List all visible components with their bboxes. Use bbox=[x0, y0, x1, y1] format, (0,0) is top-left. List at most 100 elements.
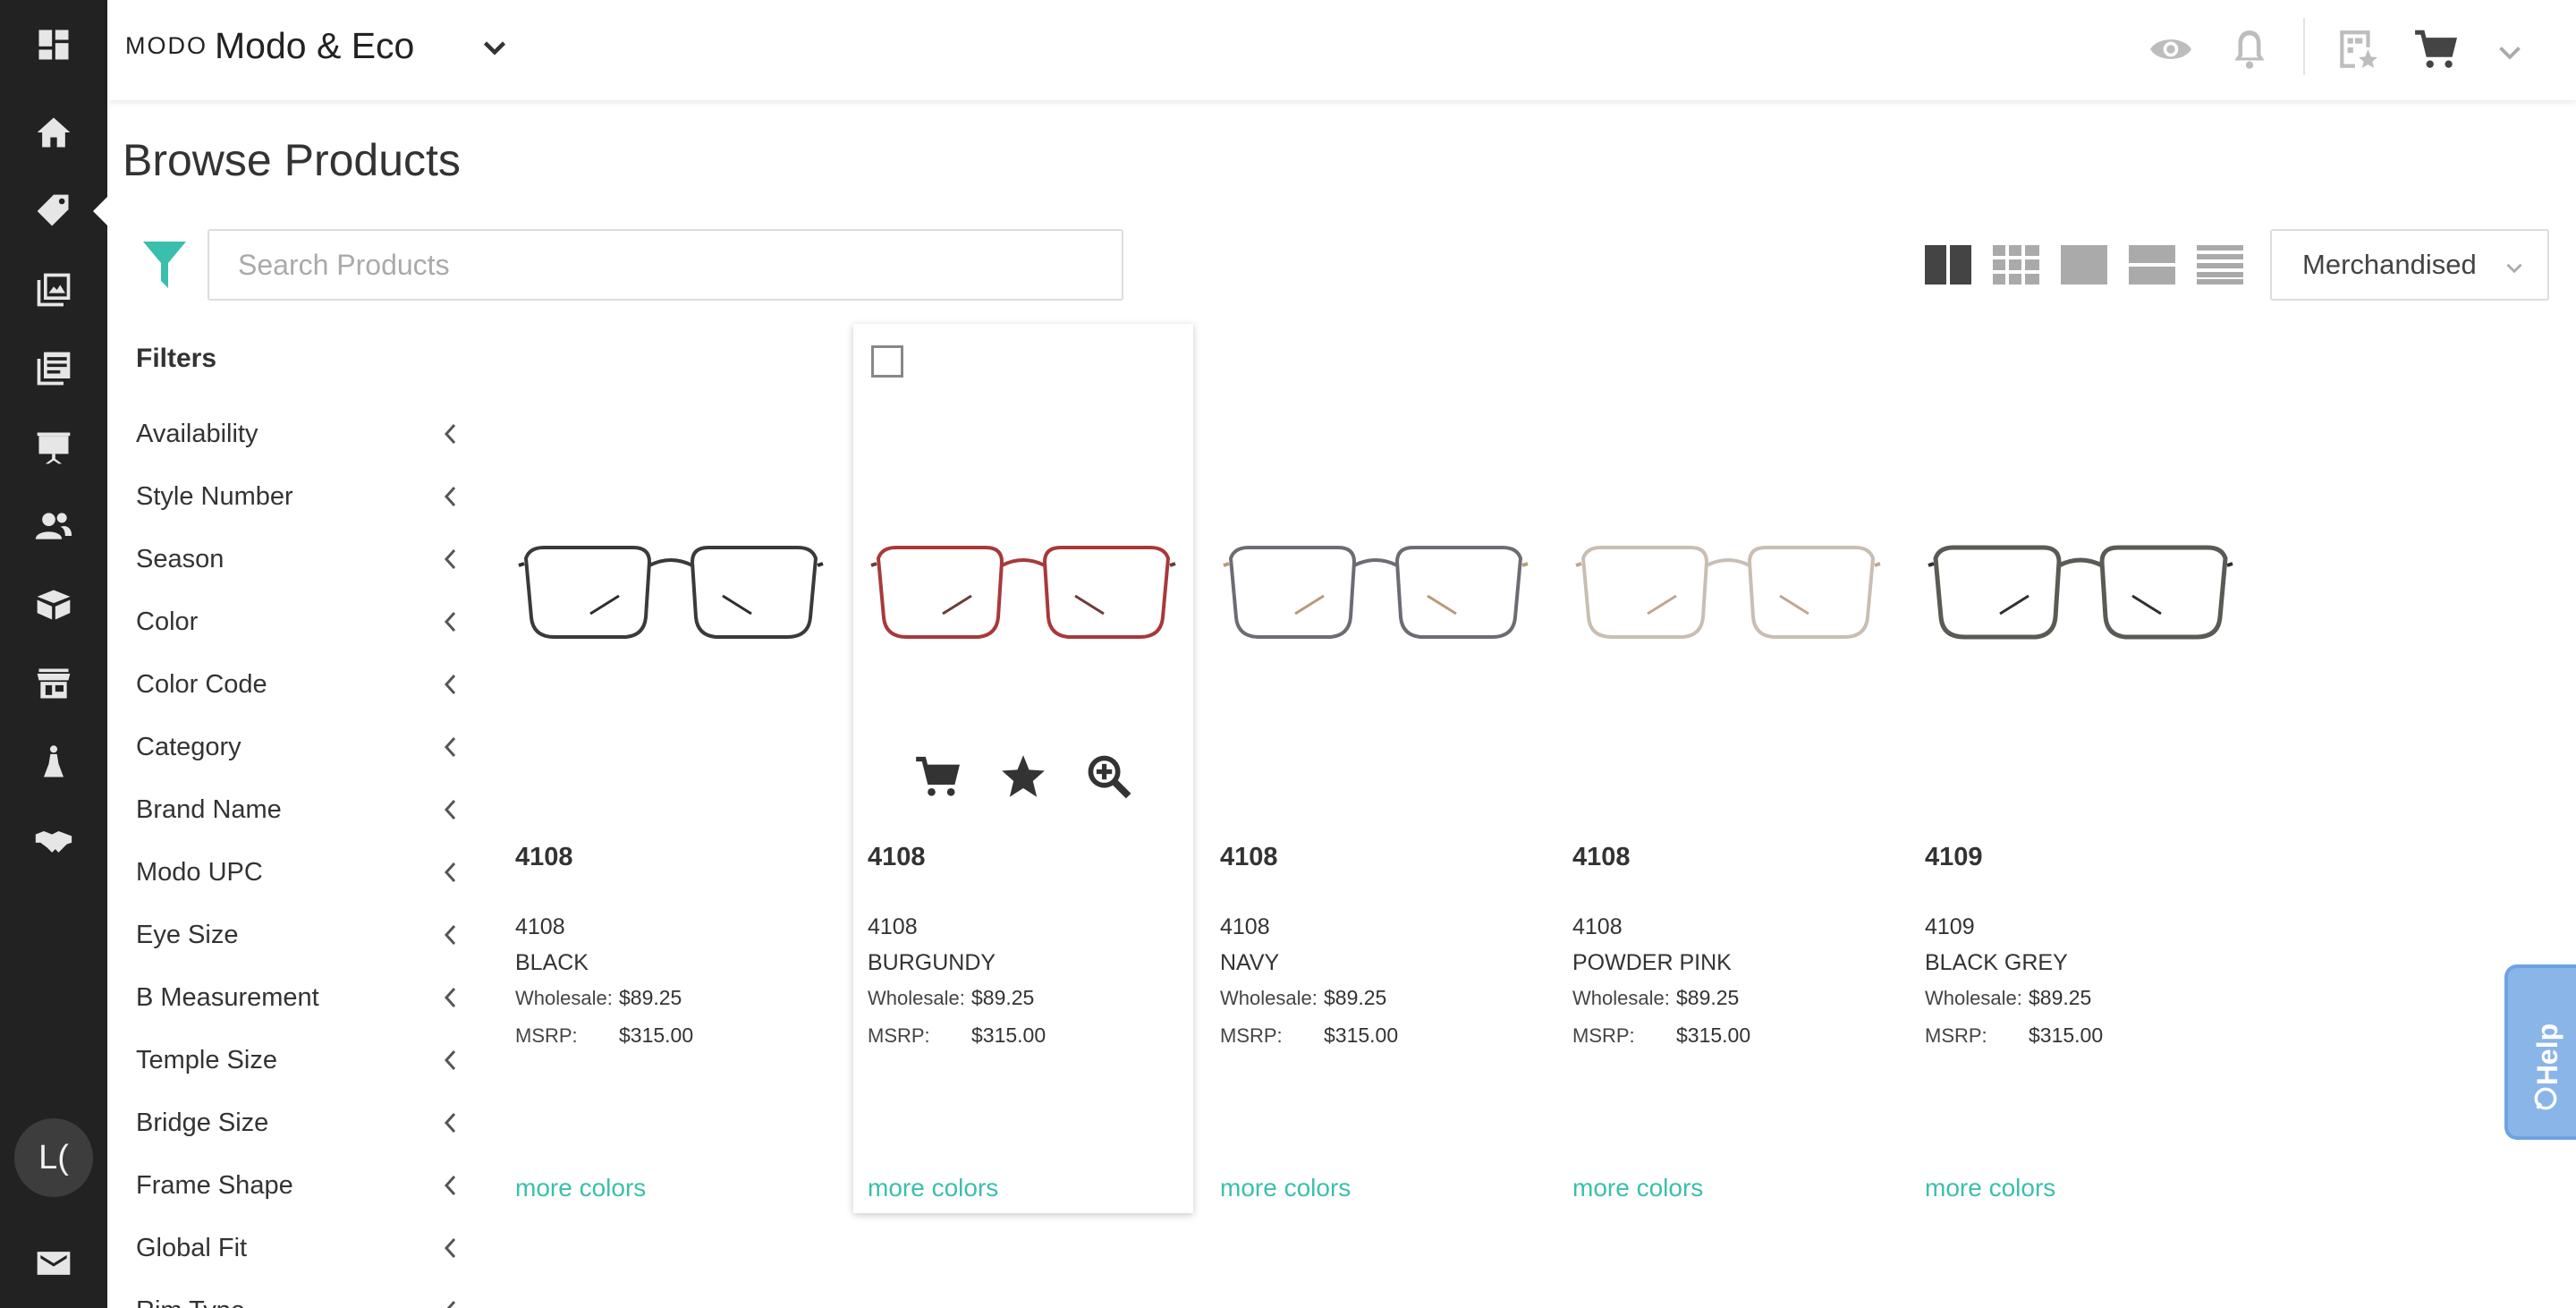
filter-item[interactable]: Global Fit bbox=[136, 1217, 462, 1279]
filter-item[interactable]: Modo UPC bbox=[136, 841, 462, 904]
msrp-value: $315.00 bbox=[1324, 1023, 1399, 1047]
bell-icon bbox=[2234, 30, 2265, 69]
filter-item[interactable]: Category bbox=[136, 716, 462, 778]
msrp-label: MSRP: bbox=[1220, 1024, 1283, 1047]
product-image[interactable] bbox=[1911, 503, 2250, 691]
filter-item[interactable]: Color bbox=[136, 590, 462, 653]
product-card[interactable]: 4108 4108 NAVY Wholesale: $89.25 MSRP: $31… bbox=[1206, 324, 1546, 1213]
presentation-icon bbox=[37, 432, 71, 464]
handshake-icon bbox=[35, 831, 72, 853]
large-view-icon bbox=[2061, 245, 2107, 285]
product-image[interactable] bbox=[1206, 503, 1546, 691]
msrp-price: MSRP: $315.00 bbox=[1572, 1023, 1750, 1048]
page-title: Browse Products bbox=[123, 135, 461, 185]
sidebar-item-orders[interactable] bbox=[0, 565, 107, 644]
product-title[interactable]: 4108 bbox=[868, 843, 926, 872]
filter-item[interactable]: Rim Type bbox=[136, 1279, 462, 1308]
product-image[interactable] bbox=[501, 503, 841, 691]
brand-logo[interactable]: MODO bbox=[125, 32, 208, 60]
sidebar-item-products[interactable] bbox=[0, 172, 107, 251]
view-grid-button[interactable] bbox=[1993, 245, 2039, 285]
product-image[interactable] bbox=[853, 503, 1193, 691]
product-card[interactable]: 4108 4108 BLACK Wholesale: $89.25 MSRP: $3… bbox=[501, 324, 841, 1213]
sidebar-item-billing[interactable] bbox=[0, 1224, 107, 1303]
wholesale-value: $89.25 bbox=[1324, 986, 1387, 1009]
wholesale-label: Wholesale: bbox=[868, 987, 965, 1009]
quick-order-button[interactable] bbox=[2334, 27, 2379, 72]
view-row-button[interactable] bbox=[2129, 245, 2175, 285]
sidebar-item-partners[interactable] bbox=[0, 802, 107, 880]
sort-select[interactable]: Merchandised bbox=[2270, 229, 2549, 301]
filter-item[interactable]: Temple Size bbox=[136, 1029, 462, 1091]
filter-item-label: Global Fit bbox=[136, 1233, 248, 1262]
filter-list: Availability Style Number Season Color Color… bbox=[136, 403, 462, 1308]
filter-item[interactable]: Frame Shape bbox=[136, 1154, 462, 1217]
filter-item[interactable]: Availability bbox=[136, 403, 462, 465]
add-to-cart-button[interactable] bbox=[914, 753, 961, 800]
filter-item[interactable]: Style Number bbox=[136, 465, 462, 528]
chevron-left-icon bbox=[444, 1049, 456, 1071]
sidebar-item-store[interactable] bbox=[0, 644, 107, 723]
more-colors-link[interactable]: more colors bbox=[1220, 1174, 1351, 1202]
sidebar-item-home[interactable] bbox=[0, 93, 107, 172]
filter-item-label: Style Number bbox=[136, 481, 293, 511]
product-image[interactable] bbox=[1558, 503, 1898, 691]
chevron-left-icon bbox=[444, 1237, 456, 1259]
chevron-left-icon bbox=[444, 1112, 456, 1134]
filter-item[interactable]: B Measurement bbox=[136, 966, 462, 1029]
search-input[interactable] bbox=[208, 229, 1123, 301]
avatar[interactable]: L( bbox=[14, 1118, 93, 1197]
filter-item[interactable]: Color Code bbox=[136, 653, 462, 716]
view-list-button[interactable] bbox=[2197, 245, 2243, 285]
product-card[interactable]: 4108 4108 BURGUNDY Wholesale: $89.25 MSRP… bbox=[853, 324, 1193, 1213]
product-color: POWDER PINK bbox=[1572, 950, 1732, 975]
brand-switcher[interactable]: Modo & Eco bbox=[215, 25, 414, 67]
help-button[interactable]: Help bbox=[2504, 964, 2576, 1140]
wholesale-price: Wholesale: $89.25 bbox=[1572, 986, 1739, 1010]
favorite-button[interactable] bbox=[1000, 753, 1046, 800]
sidebar-item-gallery[interactable] bbox=[0, 251, 107, 329]
more-colors-link[interactable]: more colors bbox=[1925, 1174, 2055, 1202]
chevron-down-icon[interactable] bbox=[479, 32, 511, 64]
chevron-left-icon bbox=[444, 799, 456, 820]
chevron-down-icon bbox=[2499, 47, 2521, 60]
filter-icon[interactable] bbox=[143, 242, 186, 288]
product-title[interactable]: 4108 bbox=[515, 843, 573, 872]
filter-item[interactable]: Eye Size bbox=[136, 904, 462, 966]
msrp-price: MSRP: $315.00 bbox=[1220, 1023, 1398, 1048]
account-menu-button[interactable] bbox=[2494, 36, 2526, 68]
wholesale-price: Wholesale: $89.25 bbox=[868, 986, 1034, 1010]
product-style-number: 4108 bbox=[515, 914, 565, 939]
chevron-left-icon bbox=[446, 1300, 456, 1308]
more-colors-link[interactable]: more colors bbox=[515, 1174, 646, 1202]
sidebar-item-users[interactable] bbox=[0, 487, 107, 565]
filter-item[interactable]: Season bbox=[136, 528, 462, 590]
view-two-column-button[interactable] bbox=[1925, 245, 1971, 285]
filter-item-label: Temple Size bbox=[136, 1045, 277, 1074]
chevron-left-icon bbox=[444, 611, 456, 633]
zoom-button[interactable] bbox=[1086, 753, 1132, 800]
product-title[interactable]: 4108 bbox=[1220, 843, 1278, 872]
sidebar-item-presentation[interactable] bbox=[0, 408, 107, 487]
product-card[interactable]: 4109 4109 BLACK GREY Wholesale: $89.25 MS… bbox=[1911, 324, 2250, 1213]
filter-item[interactable]: Brand Name bbox=[136, 778, 462, 841]
mannequin-icon bbox=[44, 745, 64, 777]
notifications-button[interactable] bbox=[2227, 27, 2272, 72]
sidebar-item-catalog[interactable] bbox=[0, 329, 107, 408]
home-icon bbox=[37, 117, 71, 148]
sidebar-item-lookbook[interactable] bbox=[0, 723, 107, 802]
tag-icon bbox=[37, 194, 69, 226]
product-card[interactable]: 4108 4108 POWDER PINK Wholesale: $89.25 M… bbox=[1558, 324, 1898, 1213]
product-title[interactable]: 4108 bbox=[1572, 843, 1631, 872]
wholesale-label: Wholesale: bbox=[515, 987, 613, 1009]
select-checkbox[interactable] bbox=[871, 345, 903, 378]
preview-button[interactable] bbox=[2148, 27, 2193, 72]
sidebar-item-dashboard[interactable] bbox=[0, 5, 107, 84]
cart-button[interactable] bbox=[2413, 27, 2458, 72]
view-large-button[interactable] bbox=[2061, 245, 2107, 285]
more-colors-link[interactable]: more colors bbox=[868, 1174, 998, 1202]
users-icon bbox=[35, 513, 72, 539]
filter-item[interactable]: Bridge Size bbox=[136, 1091, 462, 1154]
product-title[interactable]: 4109 bbox=[1925, 843, 1983, 872]
more-colors-link[interactable]: more colors bbox=[1572, 1174, 1703, 1202]
